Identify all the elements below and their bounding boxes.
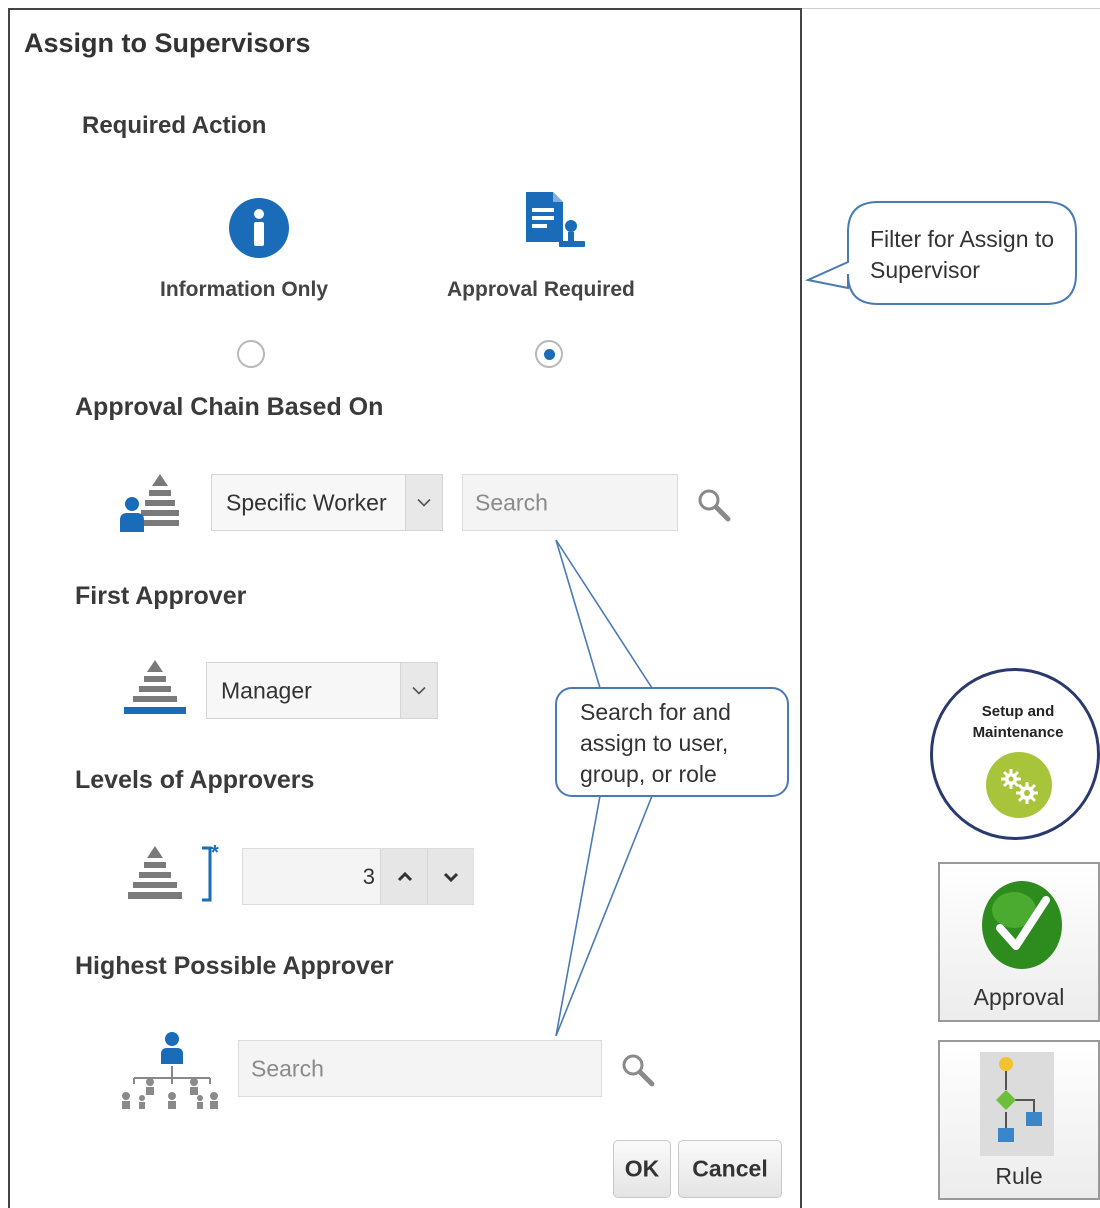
callout-pointer-upper xyxy=(555,539,653,689)
approval-tile[interactable]: Approval xyxy=(938,862,1100,1022)
gears-icon xyxy=(985,751,1053,819)
approval-tile-label: Approval xyxy=(973,984,1065,1010)
rule-tile[interactable]: Rule xyxy=(938,1040,1100,1200)
rule-flow-icon xyxy=(978,1050,1058,1160)
setup-and-maintenance-tile[interactable]: Setup and Maintenance xyxy=(930,668,1100,840)
checkmark-icon xyxy=(978,880,1066,970)
search-callout-text: Search for and assign to user, group, or… xyxy=(580,699,731,787)
callout-pointer-lower xyxy=(555,795,653,1037)
rule-tile-label: Rule xyxy=(995,1163,1043,1189)
callout-shapes xyxy=(555,201,1077,1037)
filter-callout-text: Filter for Assign to Supervisor xyxy=(870,226,1055,283)
setup-and-maintenance-label: Setup and Maintenance xyxy=(972,703,1064,741)
